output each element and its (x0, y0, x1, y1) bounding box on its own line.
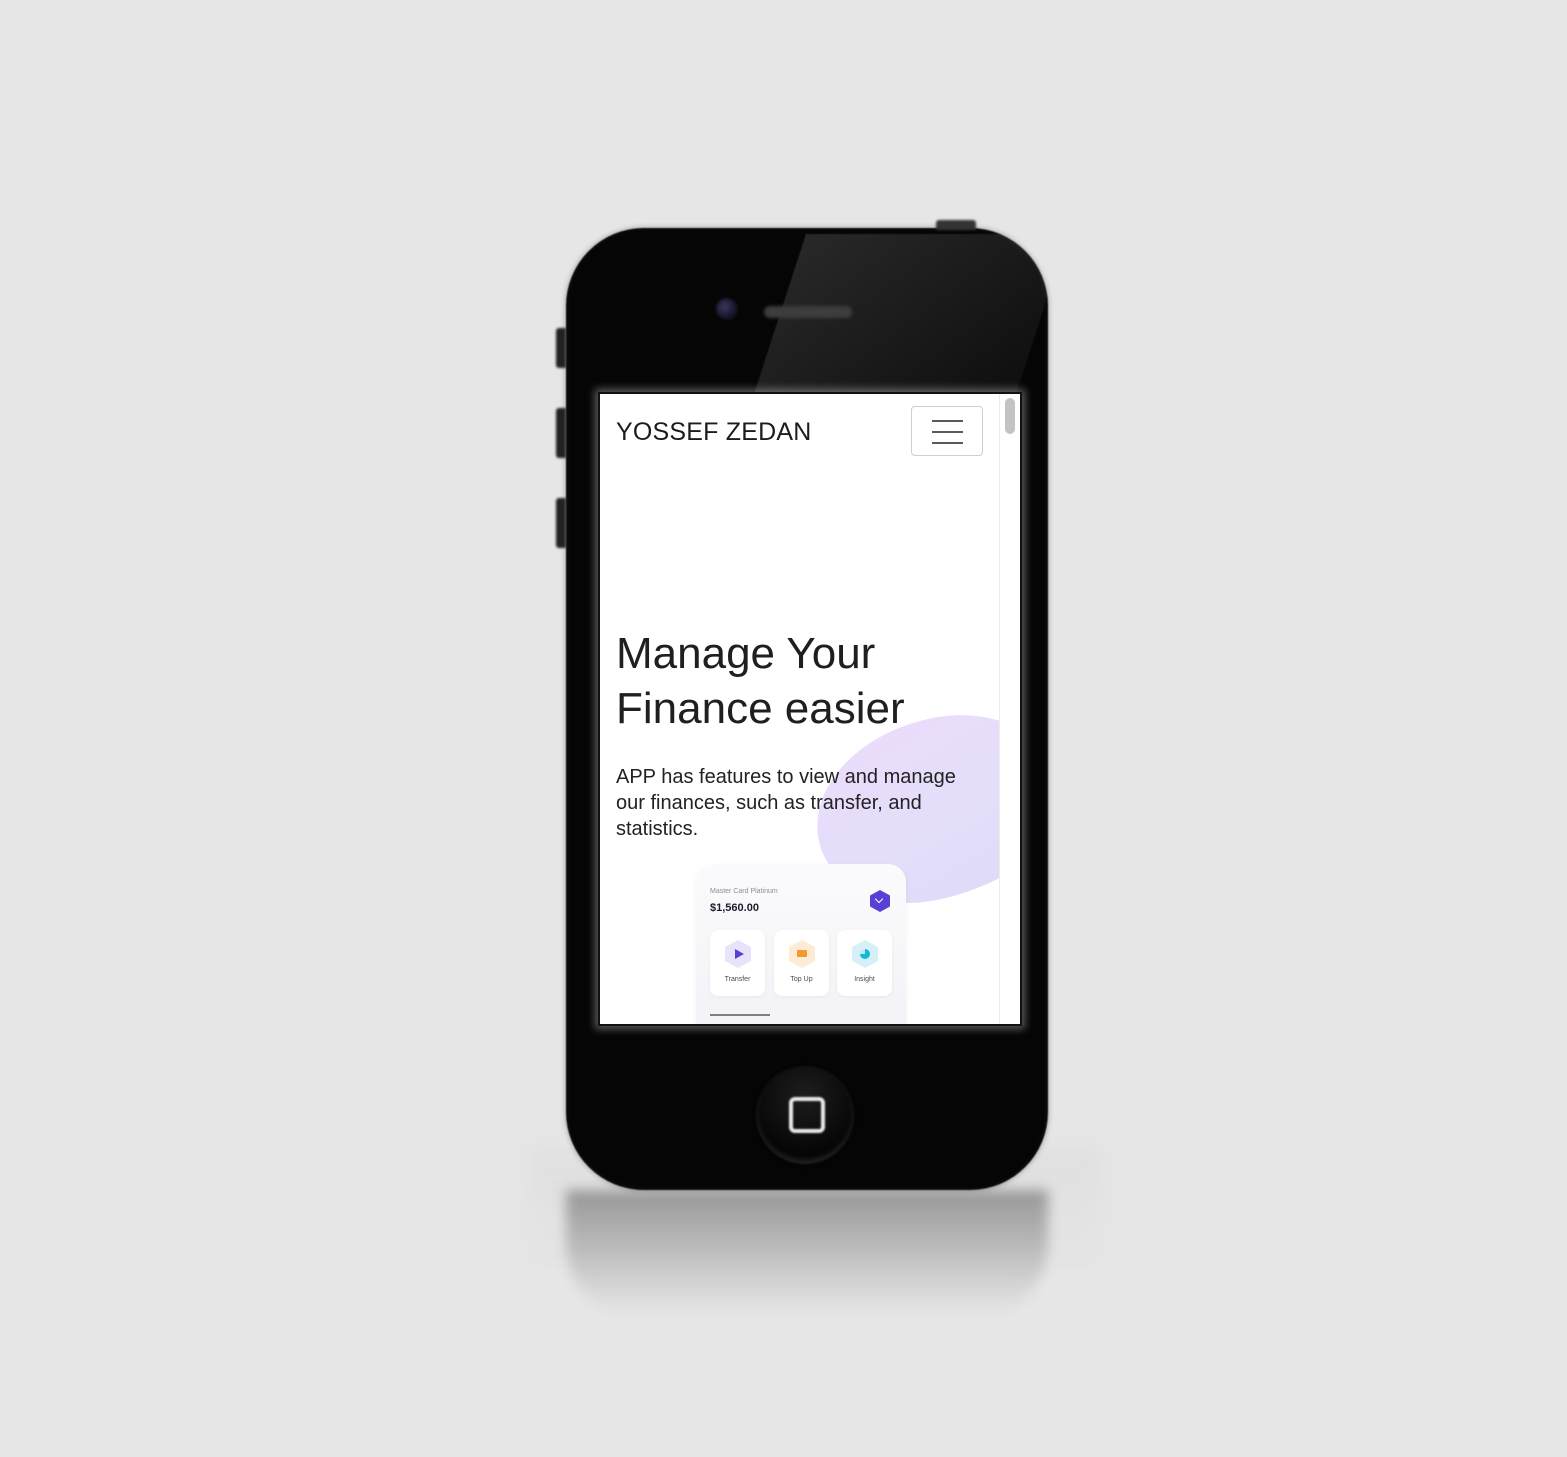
volume-down-button (556, 498, 566, 548)
navbar-brand[interactable]: YOSSEF ZEDAN (616, 418, 812, 447)
chevron-down-icon (870, 890, 890, 912)
card-section-heading-cutoff (710, 1014, 770, 1024)
phone-reflection (566, 1190, 1048, 1320)
power-button (936, 220, 976, 230)
card-icon (789, 940, 815, 968)
scrollbar-thumb[interactable] (1005, 398, 1015, 434)
hamburger-menu-icon (932, 420, 963, 422)
app-preview-card: Master Card Platinum $1,560.00 Transfer … (696, 864, 906, 1024)
device-mockup-stage: YOSSEF ZEDAN Manage Your Finance easier … (0, 0, 1567, 1457)
action-top-up: Top Up (774, 930, 829, 996)
navbar-toggler-button[interactable] (911, 406, 983, 456)
card-name: Master Card Platinum (710, 888, 778, 895)
home-square-icon (789, 1097, 825, 1133)
front-camera-icon (716, 298, 738, 320)
pie-chart-icon (852, 940, 878, 968)
hero-title: Manage Your Finance easier (616, 626, 996, 736)
vertical-scrollbar[interactable] (999, 394, 1020, 1024)
action-transfer: Transfer (710, 930, 765, 996)
action-label: Transfer (724, 976, 751, 983)
hero-title-line2: Finance easier (616, 684, 905, 733)
send-icon (725, 940, 751, 968)
website-viewport: YOSSEF ZEDAN Manage Your Finance easier … (600, 394, 1020, 1024)
hamburger-menu-icon (932, 431, 963, 433)
hamburger-menu-icon (932, 442, 963, 444)
hero-title-line1: Manage Your (616, 629, 876, 678)
action-insight: Insight (837, 930, 892, 996)
action-label: Top Up (790, 976, 813, 983)
earpiece-speaker (764, 306, 852, 318)
home-button[interactable] (756, 1066, 854, 1164)
volume-up-button (556, 408, 566, 458)
phone-screen: YOSSEF ZEDAN Manage Your Finance easier … (598, 392, 1022, 1026)
mute-switch (556, 328, 566, 368)
action-label: Insight (854, 976, 875, 983)
card-balance: $1,560.00 (710, 902, 759, 914)
hero-description: APP has features to view and manage our … (616, 766, 956, 840)
